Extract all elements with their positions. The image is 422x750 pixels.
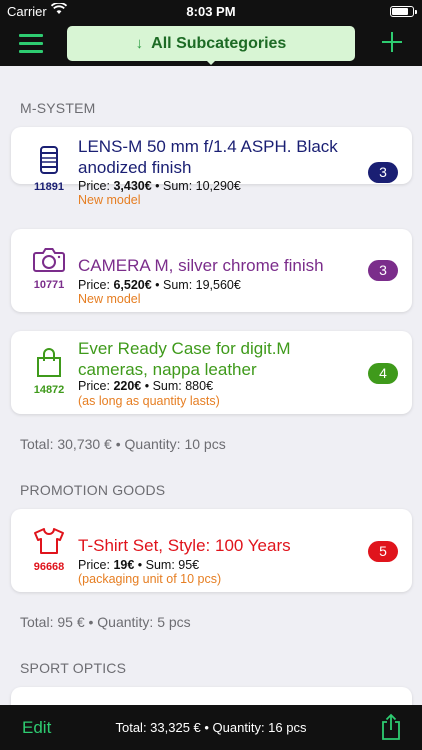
- list-item[interactable]: [11, 687, 412, 705]
- item-code: 96668: [33, 561, 65, 573]
- quantity-badge: 3: [368, 162, 398, 183]
- item-title: LENS-M 50 mm f/1.4 ASPH. Black anodized …: [78, 137, 338, 177]
- section-header-m-system: M-SYSTEM: [20, 100, 96, 116]
- cart-summary: Total: 33,325 € • Quantity: 16 pcs: [115, 720, 307, 735]
- list-item[interactable]: 96668 T-Shirt Set, Style: 100 Years Pric…: [11, 509, 412, 592]
- item-note: (as long as quantity lasts): [78, 394, 220, 408]
- battery-icon: [390, 6, 417, 17]
- list-item[interactable]: 14872 Ever Ready Case for digit.M camera…: [11, 331, 412, 414]
- quantity-badge: 4: [368, 363, 398, 384]
- hamburger-icon[interactable]: [19, 34, 43, 54]
- down-arrow-icon: ↓: [135, 35, 144, 52]
- quantity-badge: 3: [368, 260, 398, 281]
- item-note: New model: [78, 193, 141, 207]
- item-price: Price: 19€ • Sum: 95€: [78, 558, 200, 572]
- status-bar: Carrier 8:03 PM: [0, 0, 422, 22]
- quantity-badge: 5: [368, 541, 398, 562]
- item-code: 11891: [34, 181, 64, 193]
- section-total: Total: 30,730 € • Quantity: 10 pcs: [20, 436, 226, 452]
- section-header-sport-optics: SPORT OPTICS: [20, 660, 127, 676]
- item-title: CAMERA M, silver chrome finish: [78, 256, 324, 275]
- item-note: (packaging unit of 10 pcs): [78, 572, 222, 586]
- tshirt-icon: [34, 528, 64, 554]
- navigation-bar: ↓ All Subcategories: [0, 22, 422, 66]
- section-header-promotion-goods: PROMOTION GOODS: [20, 482, 166, 498]
- section-total: Total: 95 € • Quantity: 5 pcs: [20, 614, 191, 630]
- item-code: 14872: [33, 384, 65, 396]
- item-price: Price: 220€ • Sum: 880€: [78, 379, 214, 393]
- item-thumbnail: 10771: [21, 247, 77, 291]
- share-icon[interactable]: [380, 713, 402, 746]
- item-title: Ever Ready Case for digit.M cameras, nap…: [78, 339, 291, 379]
- lens-icon: [40, 146, 58, 174]
- item-thumbnail: 14872: [21, 348, 77, 396]
- bottom-toolbar: Edit Total: 33,325 € • Quantity: 16 pcs: [0, 705, 422, 750]
- plus-icon[interactable]: [382, 32, 402, 52]
- item-thumbnail: 11891: [21, 145, 77, 193]
- item-title: T-Shirt Set, Style: 100 Years: [78, 536, 291, 555]
- subcategory-selector[interactable]: ↓ All Subcategories: [67, 26, 355, 65]
- cart-list[interactable]: M-SYSTEM 11891 LENS-M 50 mm f/1.4 ASPH. …: [0, 66, 422, 705]
- item-code: 10771: [33, 279, 65, 291]
- item-price: Price: 6,520€ • Sum: 19,560€: [78, 278, 241, 292]
- subcategory-label: All Subcategories: [151, 34, 287, 52]
- dropdown-pointer: [206, 60, 216, 65]
- shopping-bag-icon: [37, 348, 61, 377]
- camera-icon: [33, 248, 65, 272]
- clock: 8:03 PM: [186, 4, 236, 19]
- list-item[interactable]: 11891 LENS-M 50 mm f/1.4 ASPH. Black ano…: [11, 127, 412, 207]
- item-note: New model: [78, 292, 141, 306]
- item-price: Price: 3,430€ • Sum: 10,290€: [78, 179, 241, 193]
- item-thumbnail: 96668: [21, 527, 77, 573]
- list-item[interactable]: 10771 CAMERA M, silver chrome finish Pri…: [11, 229, 412, 312]
